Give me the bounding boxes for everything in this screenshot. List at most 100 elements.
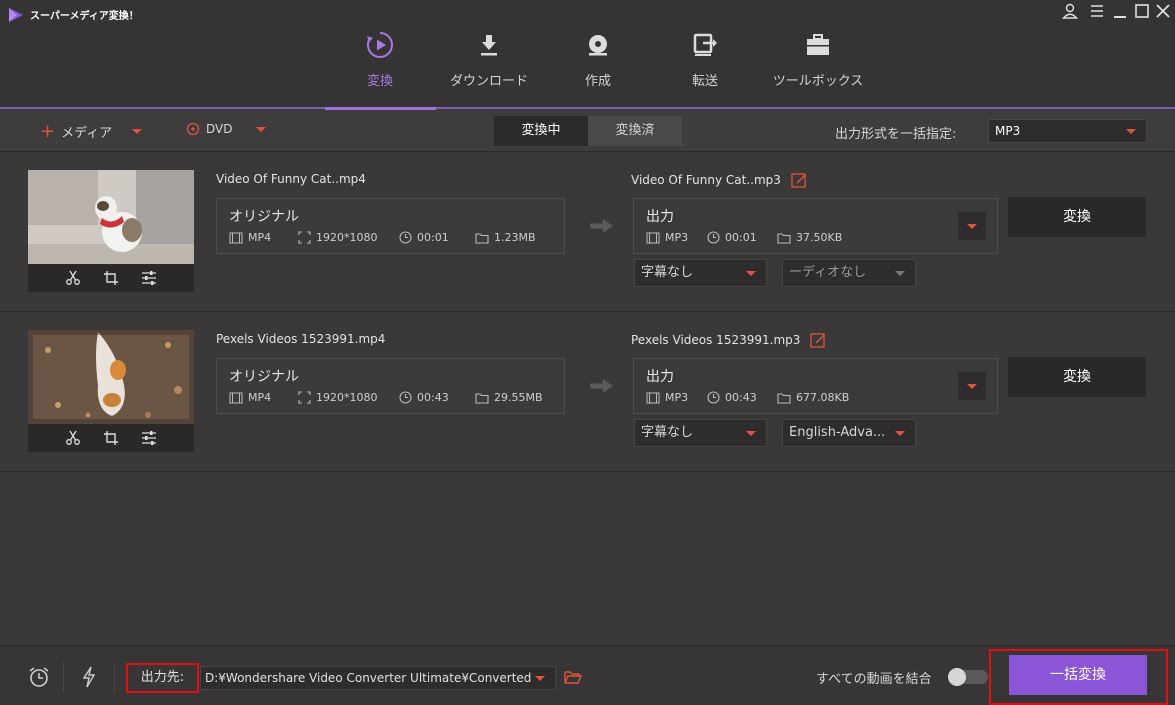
arrow-right-icon (590, 379, 613, 393)
output-size-value: 37.50KB (796, 231, 843, 244)
scissors-icon[interactable] (65, 270, 81, 286)
source-info-box: オリジナル MP4 1920*1080 00:43 29.55MB (216, 358, 565, 414)
convert-icon (367, 32, 393, 58)
clock-icon (707, 231, 720, 244)
crop-icon[interactable] (103, 430, 119, 446)
output-format-value: MP3 (665, 391, 689, 404)
audio-track-select[interactable]: English-Adva... (782, 419, 916, 447)
source-format: MP4 (229, 391, 271, 404)
source-size: 1.23MB (475, 231, 536, 244)
add-dvd-label: DVD (206, 122, 233, 136)
bottom-bar: 出力先: D:¥Wondershare Video Converter Ulti… (0, 645, 1175, 705)
scissors-icon[interactable] (65, 430, 81, 446)
audio-track-select[interactable]: ーディオなし (782, 259, 916, 287)
output-path-select[interactable]: D:¥Wondershare Video Converter Ultimate¥… (200, 666, 556, 690)
add-dvd-button[interactable]: DVD (186, 122, 267, 136)
output-title: 出力 (646, 369, 674, 385)
nav-divider (0, 107, 1175, 109)
thumbnail-tools (28, 264, 194, 292)
source-size-value: 29.55MB (494, 391, 543, 404)
nav-convert[interactable]: 変換 (325, 30, 435, 108)
arrow-right-icon (590, 219, 613, 233)
source-duration: 00:01 (399, 231, 449, 244)
chevron-down-icon (895, 431, 905, 436)
download-icon (481, 35, 497, 56)
output-settings-dropdown[interactable] (958, 212, 986, 240)
source-format: MP4 (229, 231, 271, 244)
chevron-down-icon (746, 431, 756, 436)
nav-create[interactable]: 作成 (543, 30, 653, 108)
adjust-icon[interactable] (141, 270, 157, 286)
clock-icon (399, 391, 412, 404)
title-bar: スーパーメディア変換！ 変換 ダウンロード 作成 転送 ツールボックス (0, 0, 1175, 108)
edit-icon[interactable] (791, 172, 807, 188)
file-row: Video Of Funny Cat..mp4 オリジナル MP4 1920*1… (0, 152, 1175, 312)
thumbnail-tools (28, 424, 194, 452)
merge-toggle[interactable] (948, 668, 988, 686)
output-size: 677.08KB (777, 391, 849, 404)
film-icon (229, 232, 243, 243)
source-size-value: 1.23MB (494, 231, 536, 244)
source-filename: Video Of Funny Cat..mp4 (216, 172, 366, 186)
resolution-icon (298, 231, 311, 244)
convert-button[interactable]: 変換 (1008, 197, 1146, 237)
source-size: 29.55MB (475, 391, 543, 404)
minimize-icon[interactable] (1110, 2, 1130, 20)
folder-icon (777, 232, 791, 244)
close-icon[interactable] (1153, 2, 1173, 20)
output-info-box: 出力 MP3 00:01 37.50KB (633, 198, 998, 254)
merge-all-label: すべての動画を結合 (816, 672, 932, 687)
output-format-value: MP3 (665, 231, 689, 244)
adjust-icon[interactable] (141, 430, 157, 446)
add-media-label: メディア (61, 126, 113, 141)
folder-icon (777, 392, 791, 404)
convert-button[interactable]: 変換 (1008, 357, 1146, 397)
source-resolution: 1920*1080 (298, 391, 378, 404)
output-filename-value: Pexels Videos 1523991.mp3 (631, 333, 801, 347)
output-settings-dropdown[interactable] (958, 372, 986, 400)
output-filename: Video Of Funny Cat..mp3 (631, 172, 807, 188)
output-info-box: 出力 MP3 00:43 677.08KB (633, 358, 998, 414)
tab-converted[interactable]: 変換済 (588, 116, 682, 146)
chevron-down-icon[interactable] (132, 129, 143, 134)
nav-download[interactable]: ダウンロード (434, 30, 544, 108)
edit-icon[interactable] (810, 332, 826, 348)
output-duration: 00:43 (707, 391, 757, 404)
maximize-icon[interactable] (1132, 2, 1152, 20)
open-folder-icon[interactable] (564, 670, 582, 684)
toolbox-icon (807, 34, 829, 55)
batch-convert-button[interactable]: 一括変換 (1009, 655, 1147, 695)
status-tabs: 変換中 変換済 (494, 116, 682, 146)
transfer-icon (693, 33, 717, 56)
chevron-down-icon (967, 384, 977, 389)
account-icon[interactable] (1060, 2, 1080, 20)
nav-toolbox[interactable]: ツールボックス (763, 30, 873, 108)
chevron-down-icon (746, 271, 756, 276)
folder-icon (475, 392, 489, 404)
alarm-clock-icon[interactable] (28, 666, 50, 688)
chevron-down-icon[interactable] (256, 126, 267, 132)
video-thumbnail[interactable] (28, 170, 194, 292)
source-duration-value: 00:43 (417, 391, 449, 404)
add-media-button[interactable]: + メディア (40, 122, 143, 141)
output-format-select[interactable]: MP3 (988, 119, 1147, 143)
crop-icon[interactable] (103, 270, 119, 286)
nav-transfer[interactable]: 転送 (650, 30, 760, 108)
source-resolution: 1920*1080 (298, 231, 378, 244)
lightning-icon[interactable] (82, 666, 96, 688)
video-thumbnail[interactable] (28, 330, 194, 452)
source-format-value: MP4 (248, 391, 272, 404)
output-duration: 00:01 (707, 231, 757, 244)
audio-track-value: English-Adva... (789, 425, 886, 440)
tab-converting[interactable]: 変換中 (494, 116, 588, 146)
menu-icon[interactable] (1087, 2, 1107, 20)
chevron-down-icon (535, 676, 545, 681)
resolution-icon (298, 391, 311, 404)
source-title: オリジナル (229, 369, 299, 385)
subtitle-select[interactable]: 字幕なし (634, 419, 767, 447)
output-filename: Pexels Videos 1523991.mp3 (631, 332, 826, 348)
nav-create-label: 作成 (584, 74, 611, 89)
toolbar: + メディア DVD 変換中 変換済 出力形式を一括指定: MP3 (0, 110, 1175, 152)
subtitle-select[interactable]: 字幕なし (634, 259, 767, 287)
output-duration-value: 00:01 (725, 231, 757, 244)
